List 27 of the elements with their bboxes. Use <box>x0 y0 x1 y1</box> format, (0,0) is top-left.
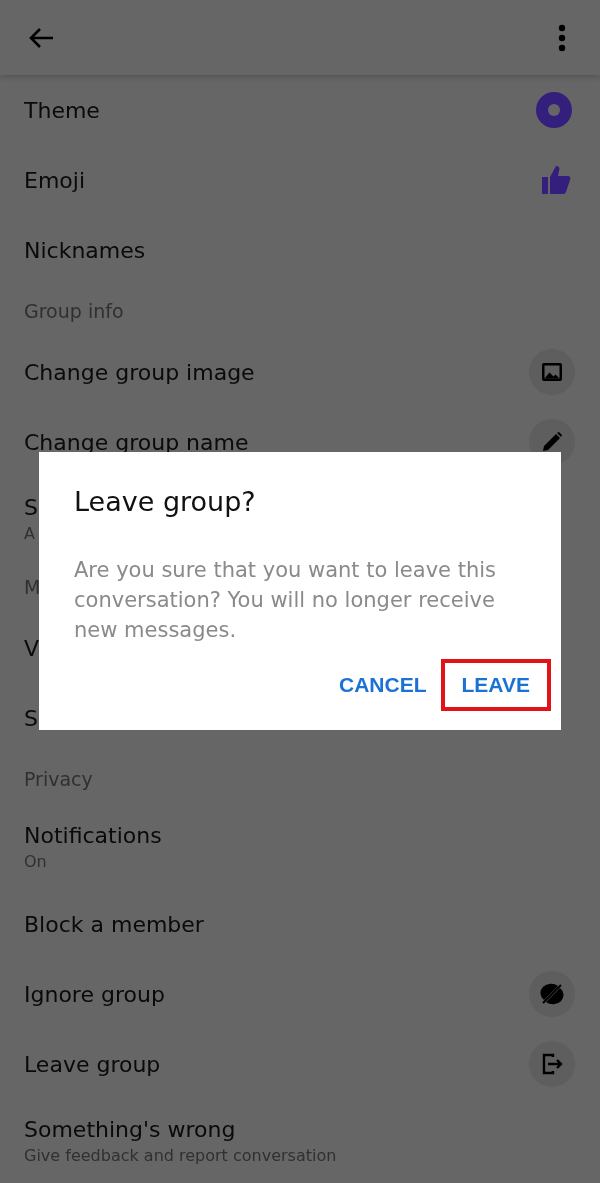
menu-item-label[interactable]: Block a member <box>24 911 204 937</box>
dialog-action-button[interactable]: LEAVE <box>461 673 530 697</box>
menu-item-label[interactable]: Emoji <box>24 167 85 193</box>
pencil-icon <box>541 431 563 453</box>
more-options-icon[interactable] <box>558 23 566 52</box>
menu-item-label[interactable]: Change group image <box>24 359 255 385</box>
back-arrow-icon[interactable] <box>27 25 55 50</box>
menu-item-label[interactable]: Something's wrong <box>24 1117 337 1142</box>
exit-icon <box>540 1052 564 1076</box>
menu-item-label[interactable]: Ignore group <box>24 981 165 1007</box>
dialog-message: Are you sure that you want to leave this conversation? You will no longer receive new messages. <box>74 557 497 644</box>
menu-item-label[interactable]: S <box>24 495 38 520</box>
menu-item-label[interactable]: Leave group <box>24 1051 161 1077</box>
ignore-button[interactable] <box>529 971 575 1017</box>
menu-item-label[interactable]: S <box>24 705 38 731</box>
dialog-title: Leave group? <box>74 486 257 517</box>
menu-item-label[interactable]: Theme <box>24 97 100 123</box>
dialog-action-button[interactable]: CANCEL <box>339 673 427 697</box>
image-icon <box>541 361 563 383</box>
thumbs-up-icon[interactable] <box>540 164 572 196</box>
crossed-circle-icon <box>540 982 564 1006</box>
leave-button[interactable] <box>529 1041 575 1087</box>
image-button[interactable] <box>529 349 575 395</box>
menu-item-label[interactable]: Notifications <box>24 823 162 848</box>
menu-item-label[interactable]: Nicknames <box>24 237 146 263</box>
menu-item-label[interactable]: V <box>24 635 40 661</box>
theme-circle-icon[interactable] <box>536 92 572 128</box>
